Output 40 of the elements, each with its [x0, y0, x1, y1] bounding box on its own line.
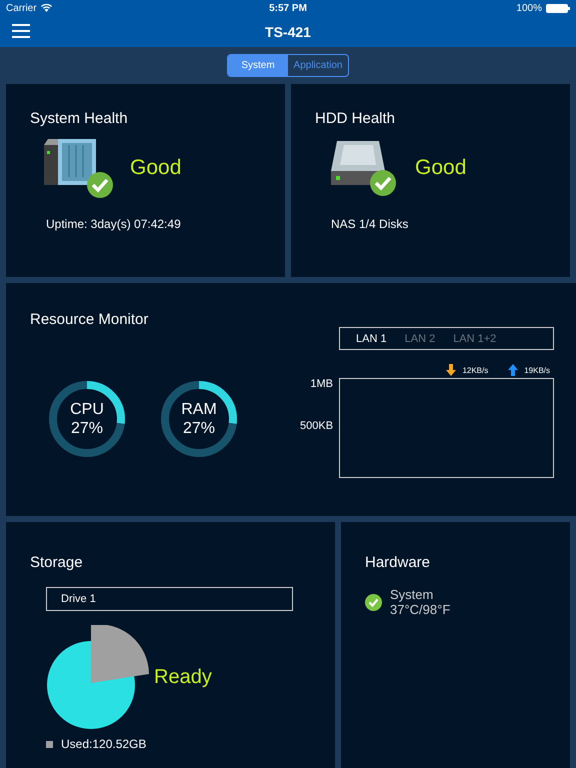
legend-swatch	[46, 740, 53, 748]
download-speed: 12KB/s	[462, 366, 488, 374]
gauge-name: RAM	[181, 400, 217, 419]
health-status: Good	[130, 156, 182, 180]
card-title: Hardware	[365, 554, 432, 571]
drive-selector[interactable]: Drive 1	[46, 587, 293, 611]
disk-count-text: NAS 1/4 Disks	[331, 217, 410, 231]
segment-tab[interactable]: System	[228, 54, 288, 76]
menu-icon	[12, 24, 30, 38]
card-title: System Health	[30, 110, 129, 127]
segment-tab[interactable]: Application	[288, 54, 348, 76]
nav-title: TS-421	[265, 24, 311, 40]
menu-button[interactable]	[10, 22, 32, 40]
card-title: Storage	[30, 554, 84, 571]
uptime-text: Uptime: 3day(s) 07:42:49	[46, 217, 182, 231]
sensor-name: System	[390, 587, 434, 602]
download-arrow-icon	[446, 364, 456, 376]
check-circle-icon	[365, 594, 382, 610]
battery-percent: 100%	[516, 2, 542, 14]
health-status: Good	[415, 156, 466, 180]
axis-label: 500KB	[300, 420, 334, 432]
upload-speed: 19KB/s	[524, 366, 550, 374]
wifi-icon	[40, 4, 52, 12]
status-time: 5:57 PM	[269, 2, 307, 14]
card-title: Resource Monitor	[30, 311, 150, 328]
storage-status: Ready	[154, 666, 212, 688]
upload-arrow-icon	[508, 364, 518, 376]
sensor-temperature: 37°C/98°F	[390, 602, 450, 617]
lan-tab[interactable]: LAN 1	[350, 332, 393, 344]
used-capacity: Used:120.52GB	[61, 737, 146, 751]
lan-tab[interactable]: LAN 2	[398, 332, 442, 344]
axis-label: 1MB	[310, 378, 334, 390]
lan-tab[interactable]: LAN 1+2	[447, 332, 502, 344]
gauge-value: 27%	[182, 419, 216, 438]
card-title: HDD Health	[315, 110, 396, 127]
gauge-name: CPU	[70, 400, 104, 419]
gauge-value: 27%	[70, 419, 104, 438]
carrier-name: Carrier	[6, 2, 37, 14]
battery-icon	[546, 4, 570, 12]
nas-check-icon	[44, 137, 114, 199]
